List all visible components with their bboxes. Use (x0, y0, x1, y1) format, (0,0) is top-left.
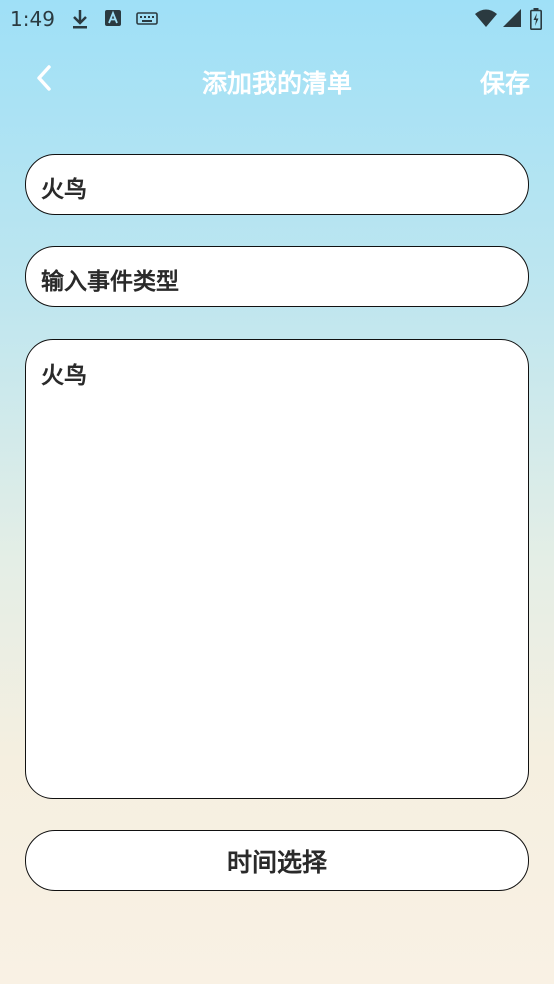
content-textarea[interactable]: 火鸟 (25, 339, 529, 799)
signal-icon (502, 8, 522, 32)
a-icon (104, 8, 122, 32)
page-title: 添加我的清单 (201, 69, 352, 98)
content-textarea-value: 火鸟 (41, 363, 87, 389)
event-type-placeholder: 输入事件类型 (41, 269, 179, 295)
time-select-button[interactable]: 时间选择 (25, 830, 529, 891)
name-input-value: 火鸟 (41, 177, 87, 203)
status-time: 1:49 (10, 7, 55, 31)
name-input[interactable]: 火鸟 (25, 154, 529, 215)
title-bar: 添加我的清单 保存 (0, 50, 554, 110)
battery-icon (530, 8, 542, 34)
save-button[interactable]: 保存 (480, 64, 530, 100)
time-select-label: 时间选择 (226, 847, 327, 877)
download-icon (70, 8, 90, 34)
event-type-input[interactable]: 输入事件类型 (25, 246, 529, 307)
wifi-icon (474, 8, 498, 32)
keyboard-icon (136, 8, 158, 32)
status-bar: 1:49 (0, 0, 554, 38)
